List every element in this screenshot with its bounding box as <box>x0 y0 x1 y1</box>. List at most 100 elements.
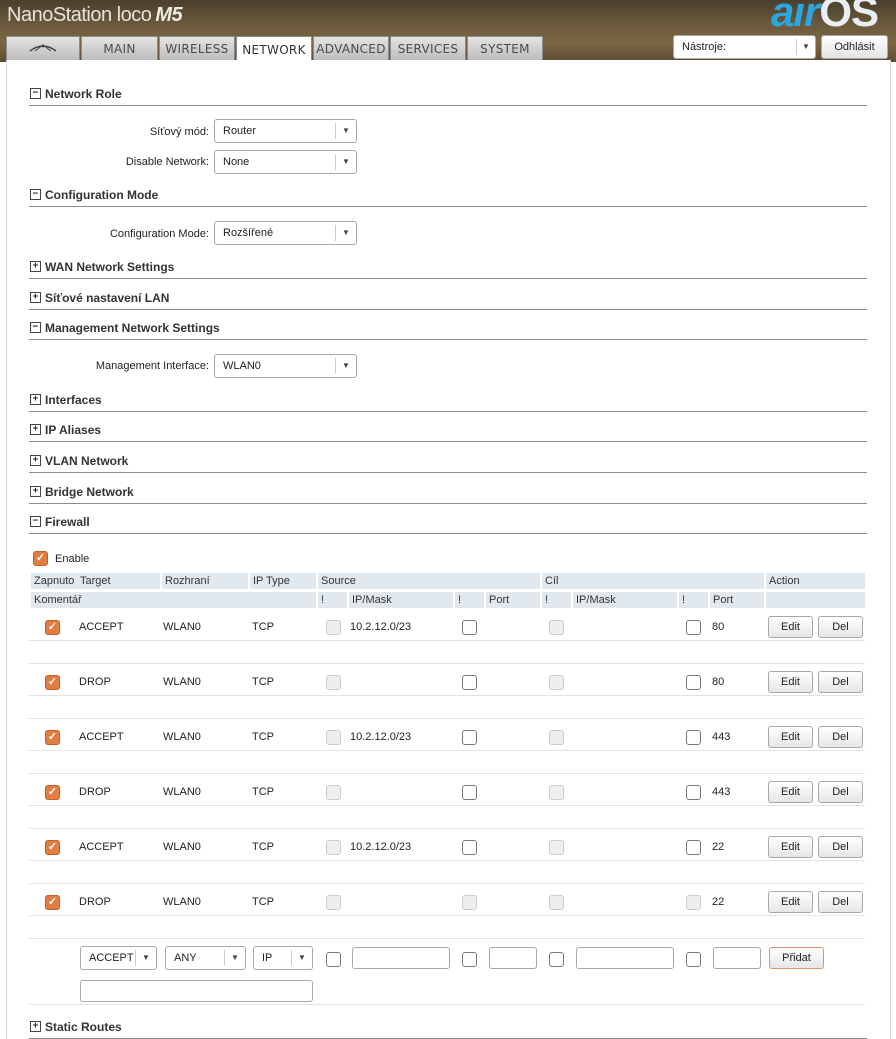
collapse-icon[interactable]: − <box>30 189 41 200</box>
new-rule-src-port-input[interactable] <box>489 947 537 969</box>
expand-icon[interactable]: + <box>30 292 41 303</box>
disable-network-label: Disable Network: <box>125 156 209 168</box>
delete-rule-button[interactable]: Del <box>818 726 863 748</box>
logout-button[interactable]: Odhlásit <box>821 35 888 59</box>
rule-dst-port: 443 <box>712 786 731 798</box>
add-rule-button[interactable]: Přidat <box>769 947 824 969</box>
row-divider <box>29 860 865 861</box>
collapse-icon[interactable]: − <box>30 88 41 99</box>
rule-enabled-checkbox[interactable]: ✓ <box>45 785 60 800</box>
row-divider <box>29 915 865 916</box>
section-management-network[interactable]: − Management Network Settings <box>29 321 867 340</box>
section-interfaces[interactable]: + Interfaces <box>29 393 867 412</box>
header-interface: Rozhraní <box>162 573 248 589</box>
section-bridge-network[interactable]: + Bridge Network <box>29 485 867 504</box>
new-rule-comment-input[interactable] <box>80 980 313 1002</box>
tab-network[interactable]: NETWORK <box>236 36 312 62</box>
new-rule-iptype-select[interactable]: IP ▼ <box>253 946 313 970</box>
rule-ip-type: TCP <box>252 786 274 798</box>
new-rule-dst-port-not-checkbox[interactable] <box>686 952 701 967</box>
tools-select[interactable]: Nástroje: ▼ <box>673 35 816 59</box>
header-src-port-not: ! <box>455 592 484 608</box>
firewall-enable-checkbox[interactable]: ✓ <box>33 551 48 566</box>
new-rule-src-port-not-checkbox[interactable] <box>462 952 477 967</box>
tab-services[interactable]: SERVICES <box>390 36 466 60</box>
configuration-mode-select[interactable]: Rozšířené ▼ <box>214 221 357 245</box>
rule-dst-port-not-checkbox[interactable] <box>686 840 701 855</box>
expand-icon[interactable]: + <box>30 455 41 466</box>
delete-rule-button[interactable]: Del <box>818 836 863 858</box>
expand-icon[interactable]: + <box>30 424 41 435</box>
rule-interface: WLAN0 <box>163 841 201 853</box>
rule-src-port-not-checkbox[interactable] <box>462 785 477 800</box>
network-mode-label: Síťový mód: <box>149 126 209 138</box>
rule-src-ipmask: 10.2.12.0/23 <box>350 841 412 853</box>
delete-rule-button[interactable]: Del <box>818 616 863 638</box>
row-divider <box>29 695 865 696</box>
section-ip-aliases[interactable]: + IP Aliases <box>29 423 867 442</box>
new-rule-dst-not-checkbox[interactable] <box>549 952 564 967</box>
section-firewall[interactable]: − Firewall <box>29 515 867 534</box>
new-rule-src-ipmask-input[interactable] <box>352 947 450 969</box>
edit-rule-button[interactable]: Edit <box>768 726 813 748</box>
network-mode-select[interactable]: Router ▼ <box>214 119 357 143</box>
tab-wireless[interactable]: WIRELESS <box>159 36 235 60</box>
tab-advanced[interactable]: ADVANCED <box>313 36 389 60</box>
chevron-down-icon: ▼ <box>335 358 356 374</box>
new-rule-src-not-checkbox[interactable] <box>326 952 341 967</box>
rule-enabled-checkbox[interactable]: ✓ <box>45 730 60 745</box>
product-name: NanoStation loco M5 <box>7 4 183 26</box>
edit-rule-button[interactable]: Edit <box>768 616 813 638</box>
expand-icon[interactable]: + <box>30 394 41 405</box>
rule-enabled-checkbox[interactable]: ✓ <box>45 840 60 855</box>
header-ip-type: IP Type <box>250 573 316 589</box>
rule-src-port-not-checkbox[interactable] <box>462 620 477 635</box>
expand-icon[interactable]: + <box>30 486 41 497</box>
rule-dst-port-not-checkbox[interactable] <box>686 785 701 800</box>
collapse-icon[interactable]: − <box>30 516 41 527</box>
rule-src-port-not-checkbox[interactable] <box>462 730 477 745</box>
rule-ip-type: TCP <box>252 841 274 853</box>
tab-ubiquiti-logo[interactable] <box>6 36 80 60</box>
rule-dst-port-not-checkbox[interactable] <box>686 675 701 690</box>
section-wan-network[interactable]: + WAN Network Settings <box>29 260 867 279</box>
rule-dst-port-not-checkbox[interactable] <box>686 730 701 745</box>
rule-dst-port-not-checkbox[interactable] <box>686 620 701 635</box>
row-divider <box>29 1004 865 1005</box>
rule-enabled-checkbox[interactable]: ✓ <box>45 620 60 635</box>
section-lan-network[interactable]: + Síťové nastavení LAN <box>29 291 867 310</box>
rule-enabled-checkbox[interactable]: ✓ <box>45 675 60 690</box>
edit-rule-button[interactable]: Edit <box>768 781 813 803</box>
tab-system[interactable]: SYSTEM <box>467 36 543 60</box>
new-rule-interface-select[interactable]: ANY ▼ <box>165 946 246 970</box>
section-configuration-mode[interactable]: − Configuration Mode <box>29 188 867 207</box>
edit-rule-button[interactable]: Edit <box>768 891 813 913</box>
rule-ip-type: TCP <box>252 896 274 908</box>
section-vlan-network[interactable]: + VLAN Network <box>29 454 867 473</box>
chevron-down-icon: ▼ <box>335 154 356 170</box>
chevron-down-icon: ▼ <box>335 123 356 139</box>
rule-src-port-not-checkbox[interactable] <box>462 675 477 690</box>
delete-rule-button[interactable]: Del <box>818 891 863 913</box>
delete-rule-button[interactable]: Del <box>818 671 863 693</box>
rule-src-ipmask: 10.2.12.0/23 <box>350 621 412 633</box>
rule-enabled-checkbox[interactable]: ✓ <box>45 895 60 910</box>
disable-network-select[interactable]: None ▼ <box>214 150 357 174</box>
edit-rule-button[interactable]: Edit <box>768 836 813 858</box>
new-rule-target-select[interactable]: ACCEPT ▼ <box>80 946 157 970</box>
management-interface-select[interactable]: WLAN0 ▼ <box>214 354 357 378</box>
expand-icon[interactable]: + <box>30 1021 41 1032</box>
rule-src-port-not-checkbox[interactable] <box>462 840 477 855</box>
row-divider <box>29 883 865 884</box>
new-rule-dst-ipmask-input[interactable] <box>576 947 674 969</box>
section-static-routes[interactable]: + Static Routes <box>29 1020 867 1039</box>
collapse-icon[interactable]: − <box>30 322 41 333</box>
expand-icon[interactable]: + <box>30 261 41 272</box>
new-rule-dst-port-input[interactable] <box>713 947 761 969</box>
section-network-role[interactable]: − Network Role <box>29 87 867 106</box>
rule-ip-type: TCP <box>252 621 274 633</box>
edit-rule-button[interactable]: Edit <box>768 671 813 693</box>
tab-main[interactable]: MAIN <box>81 36 158 60</box>
rule-src-not-checkbox <box>326 675 341 690</box>
delete-rule-button[interactable]: Del <box>818 781 863 803</box>
